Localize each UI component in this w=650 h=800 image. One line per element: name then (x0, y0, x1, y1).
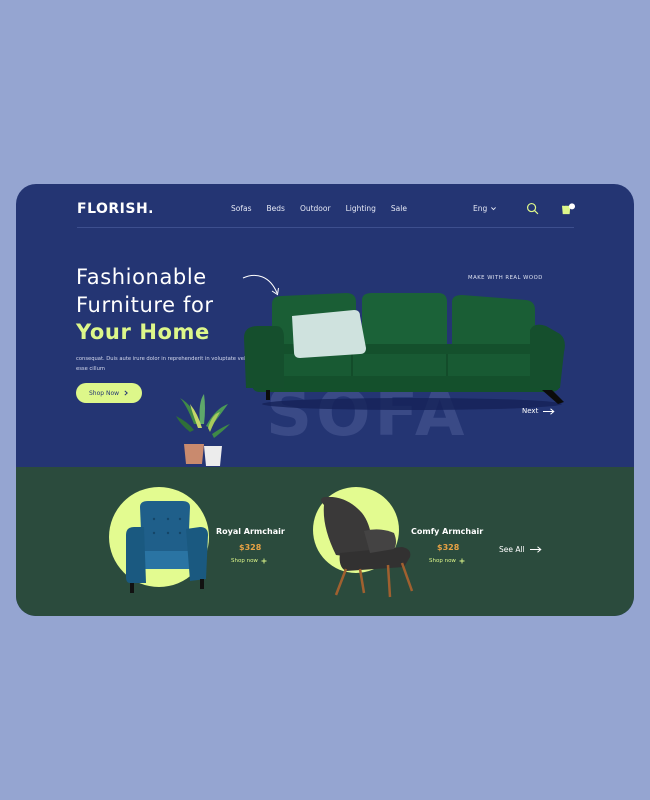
hero-description: consequat. Duis aute irure dolor in repr… (76, 356, 249, 372)
product-2-name[interactable]: Comfy Armchair (411, 527, 483, 536)
chevron-right-icon (124, 390, 128, 396)
hero-title-line2: Furniture for (76, 292, 214, 317)
product-1-name[interactable]: Royal Armchair (216, 527, 285, 536)
hero-title: Fashionable Furniture for Your Home (76, 264, 214, 347)
next-label: Next (522, 407, 539, 415)
arrow-right-icon (529, 546, 542, 553)
shopping-bag-icon[interactable] (561, 202, 576, 215)
nav-divider (77, 227, 574, 228)
shop-now-label: Shop Now (88, 389, 120, 397)
plus-icon (261, 558, 267, 564)
language-label: Eng (473, 204, 488, 213)
comfy-armchair-image[interactable] (316, 497, 416, 601)
sofa-image (244, 293, 565, 410)
product-2-shop-now[interactable]: Shop now (429, 558, 465, 564)
tagline: MAKE WITH REAL WOOD (468, 275, 543, 281)
search-icon[interactable] (526, 202, 539, 215)
product-strip: Royal Armchair $328 Shop now Comfy Armch… (16, 467, 634, 616)
brand-logo[interactable]: FLORISH. (77, 201, 154, 217)
nav-item-beds[interactable]: Beds (267, 204, 285, 213)
nav-item-sofas[interactable]: Sofas (231, 204, 252, 213)
see-all-label: See All (499, 545, 525, 554)
language-selector[interactable]: Eng (473, 204, 497, 213)
plus-icon (459, 558, 465, 564)
product-2-shop-label: Shop now (429, 558, 456, 564)
nav-item-sale[interactable]: Sale (391, 204, 407, 213)
product-1-shop-now[interactable]: Shop now (231, 558, 267, 564)
next-button[interactable]: Next (522, 407, 555, 415)
product-1-shop-label: Shop now (231, 558, 258, 564)
main-nav: Sofas Beds Outdoor Lighting Sale (231, 204, 407, 213)
arrow-right-icon (543, 407, 555, 415)
product-1-price: $328 (239, 543, 262, 552)
see-all-link[interactable]: See All (499, 545, 542, 554)
hero-title-accent: Your Home (76, 320, 210, 344)
plant-image (176, 394, 230, 466)
shop-now-button[interactable]: Shop Now (76, 383, 142, 403)
nav-item-outdoor[interactable]: Outdoor (300, 204, 331, 213)
hero-title-line1: Fashionable (76, 265, 207, 289)
royal-armchair-image[interactable] (124, 499, 212, 599)
nav-item-lighting[interactable]: Lighting (346, 204, 376, 213)
product-2-price: $328 (437, 543, 460, 552)
hero-card: FLORISH. Sofas Beds Outdoor Lighting Sal… (16, 184, 634, 616)
chevron-down-icon (491, 207, 497, 211)
